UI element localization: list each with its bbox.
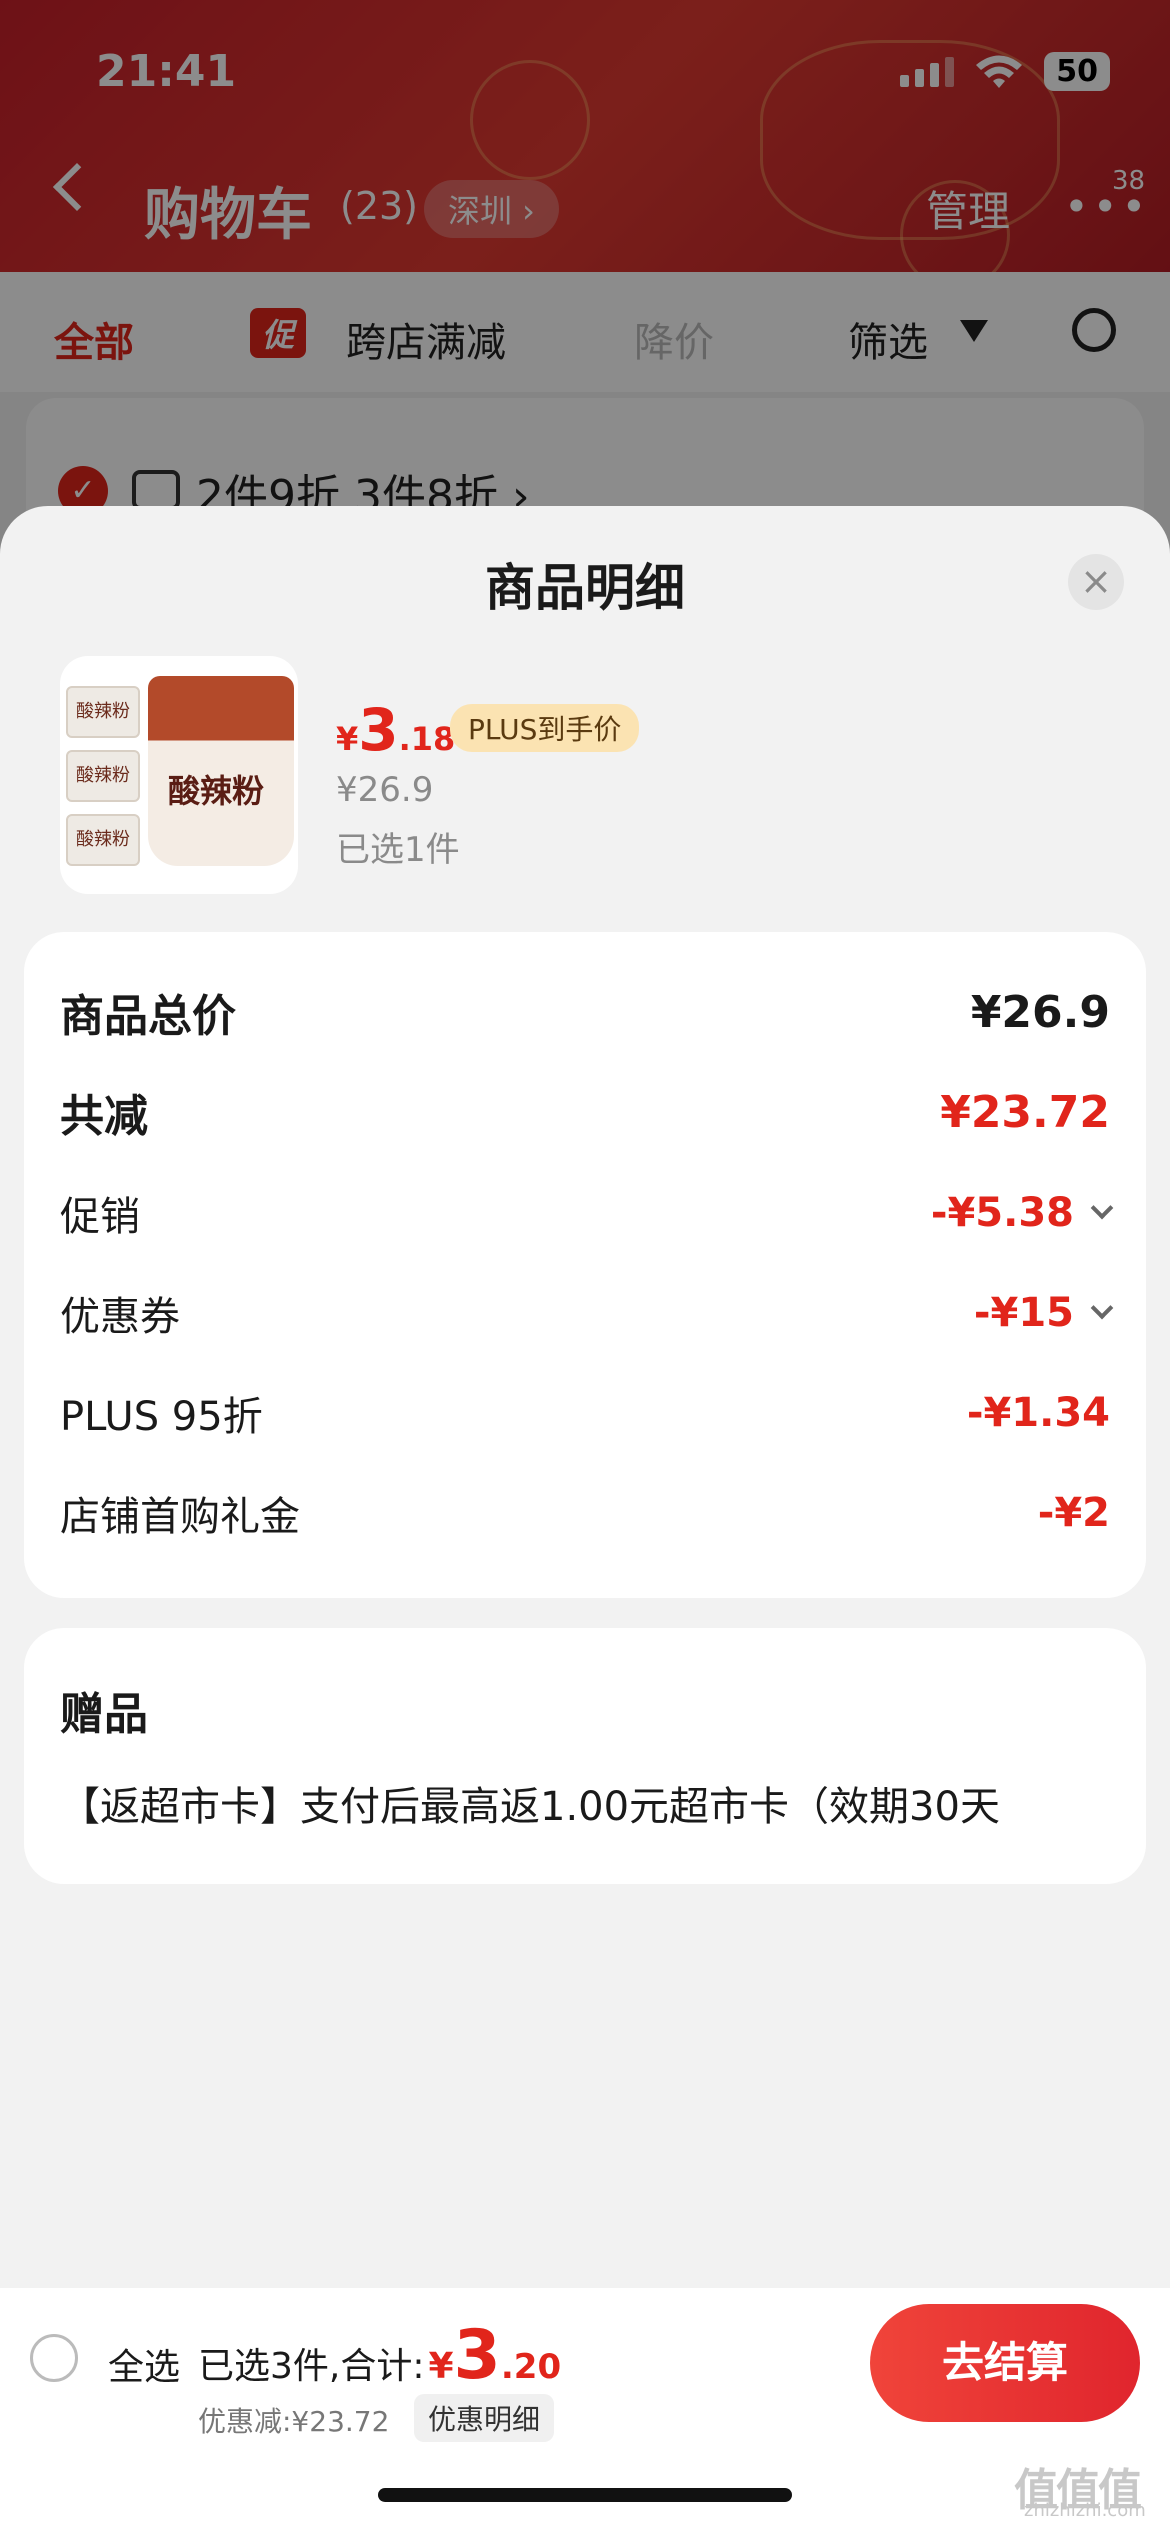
gift-money-value: -¥2 xyxy=(1037,1490,1110,1536)
plus-discount-row: PLUS 95折 -¥1.34 xyxy=(60,1384,1110,1442)
gift-money-row: 店铺首购礼金 -¥2 xyxy=(60,1484,1110,1542)
price-currency: ¥ xyxy=(336,720,359,758)
promotion-value: -¥5.38 xyxy=(930,1190,1074,1236)
gift-title: 赠品 xyxy=(60,1689,148,1740)
total-reduction-row: 共减 ¥23.72 xyxy=(60,1080,1110,1144)
product-box-thumb: 酸辣粉 xyxy=(66,750,140,802)
chevron-down-icon[interactable] xyxy=(1090,1296,1114,1320)
product-image: 酸辣粉 酸辣粉 酸辣粉 酸辣粉 xyxy=(60,656,298,894)
gift-card: 赠品 【返超市卡】支付后最高返1.00元超市卡（效期30天 xyxy=(24,1628,1146,1884)
promotion-label: 促销 xyxy=(60,1194,140,1240)
close-icon[interactable]: × xyxy=(1068,554,1124,610)
original-price: ¥26.9 xyxy=(336,770,434,810)
summary-prefix: 已选3件,合计: xyxy=(198,2346,425,2387)
plus-discount-label: PLUS 95折 xyxy=(60,1394,263,1440)
plus-price: ¥ 3 .18 xyxy=(336,696,455,764)
total-currency: ¥ xyxy=(428,2346,454,2387)
detail-sheet: 商品明细 × 酸辣粉 酸辣粉 酸辣粉 酸辣粉 ¥ 3 .18 PLUS到手价 ¥… xyxy=(0,506,1170,2532)
total-decimal: .20 xyxy=(500,2347,562,2387)
watermark-url: zhizhizhi.com xyxy=(1024,2500,1146,2521)
total-price-label: 商品总价 xyxy=(60,991,236,1042)
price-decimal: .18 xyxy=(398,720,456,758)
coupon-row[interactable]: 优惠券 -¥15 xyxy=(60,1284,1114,1342)
total-reduction-label: 共减 xyxy=(60,1091,148,1142)
promotion-row[interactable]: 促销 -¥5.38 xyxy=(60,1184,1114,1242)
home-indicator[interactable] xyxy=(378,2488,792,2502)
selected-quantity: 已选1件 xyxy=(336,830,460,870)
checkout-button[interactable]: 去结算 xyxy=(870,2304,1140,2422)
total-reduction-value: ¥23.72 xyxy=(940,1086,1110,1138)
plus-discount-value: -¥1.34 xyxy=(966,1390,1110,1436)
discount-summary: 优惠减:¥23.72 xyxy=(198,2405,390,2438)
total-price-row: 商品总价 ¥26.9 xyxy=(60,980,1110,1044)
total-price-value: ¥26.9 xyxy=(970,986,1110,1038)
gift-money-label: 店铺首购礼金 xyxy=(60,1494,300,1540)
coupon-value-wrap: -¥15 xyxy=(973,1290,1114,1336)
coupon-value: -¥15 xyxy=(973,1290,1074,1336)
product-box-thumb: 酸辣粉 xyxy=(66,814,140,866)
order-total: 已选3件,合计: ¥ 3 .20 xyxy=(198,2316,561,2395)
plus-price-tag: PLUS到手价 xyxy=(450,704,640,752)
product-image-label: 酸辣粉 xyxy=(168,772,265,810)
select-all-checkbox[interactable] xyxy=(30,2334,78,2382)
coupon-label: 优惠券 xyxy=(60,1294,180,1340)
select-all-label[interactable]: 全选 xyxy=(108,2338,180,2390)
discount-detail-button[interactable]: 优惠明细 xyxy=(414,2394,555,2442)
sheet-title: 商品明细 xyxy=(485,559,685,617)
total-integer: 3 xyxy=(453,2316,501,2395)
price-breakdown-card: 商品总价 ¥26.9 共减 ¥23.72 促销 -¥5.38 优惠券 -¥15 … xyxy=(24,932,1146,1598)
chevron-down-icon[interactable] xyxy=(1090,1196,1114,1220)
promotion-value-wrap: -¥5.38 xyxy=(930,1190,1114,1236)
gift-description: 【返超市卡】支付后最高返1.00元超市卡（效期30天 xyxy=(60,1784,1000,1830)
price-integer: 3 xyxy=(358,696,399,764)
product-box-thumb: 酸辣粉 xyxy=(66,686,140,738)
